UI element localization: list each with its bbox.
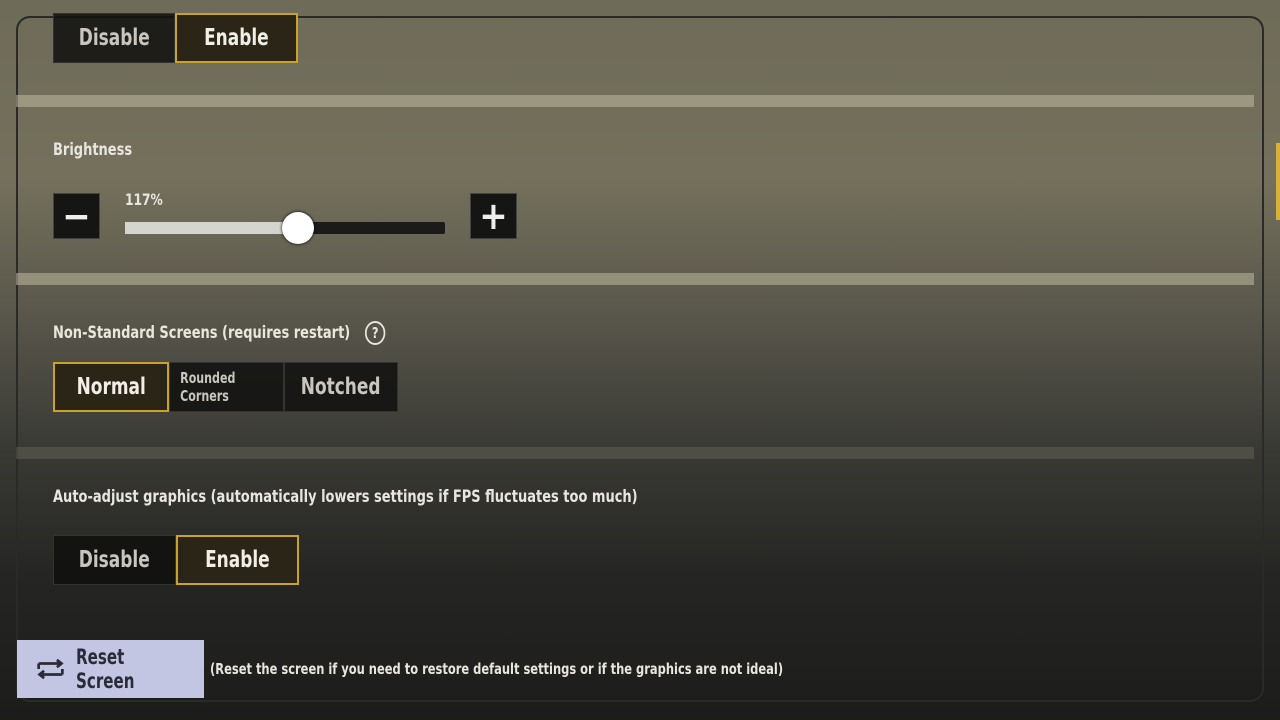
display-mode-toggle: Disable Enable xyxy=(53,13,298,63)
reset-label: Reset Screen xyxy=(76,645,135,693)
option-label: Disable xyxy=(78,25,150,51)
plus-icon: + xyxy=(479,194,508,238)
scrollbar[interactable] xyxy=(1276,143,1280,220)
reset-description: (Reset the screen if you need to restore… xyxy=(210,660,784,678)
slider-thumb[interactable] xyxy=(281,212,314,244)
divider xyxy=(16,273,1254,285)
option-rounded-corners[interactable]: Rounded Corners xyxy=(169,362,284,412)
option-label: Notched xyxy=(301,374,381,400)
option-enable[interactable]: Enable xyxy=(176,535,299,585)
option-notched[interactable]: Notched xyxy=(284,362,398,412)
question-circle-icon[interactable]: ? xyxy=(364,321,386,345)
option-label: Enable xyxy=(205,547,270,573)
option-label: Normal xyxy=(76,374,146,400)
reset-loop-icon xyxy=(37,658,64,680)
auto-adjust-toggle: Disable Enable xyxy=(53,535,299,585)
non-standard-screens-toggle: Normal Rounded Corners Notched xyxy=(53,362,398,412)
settings-panel xyxy=(16,16,1264,702)
option-label: Rounded Corners xyxy=(180,369,236,405)
label-text: Non-Standard Screens (requires restart) xyxy=(53,323,351,343)
slider-fill xyxy=(125,222,298,234)
option-disable[interactable]: Disable xyxy=(53,535,176,585)
option-normal[interactable]: Normal xyxy=(53,362,169,412)
brightness-decrease-button[interactable]: − xyxy=(53,193,100,239)
divider xyxy=(16,95,1254,107)
option-label: Enable xyxy=(204,25,269,51)
option-label: Disable xyxy=(79,547,150,573)
option-enable[interactable]: Enable xyxy=(175,13,298,63)
brightness-slider[interactable] xyxy=(125,212,445,244)
reset-screen-button[interactable]: Reset Screen xyxy=(17,640,204,698)
option-disable[interactable]: Disable xyxy=(53,13,175,63)
minus-icon: − xyxy=(62,194,91,238)
auto-adjust-label: Auto-adjust graphics (automatically lowe… xyxy=(53,487,638,507)
non-standard-screens-label: Non-Standard Screens (requires restart) … xyxy=(53,321,386,345)
brightness-value: 117% xyxy=(125,190,163,209)
divider xyxy=(16,447,1254,459)
brightness-label: Brightness xyxy=(53,140,133,160)
brightness-increase-button[interactable]: + xyxy=(470,193,517,239)
